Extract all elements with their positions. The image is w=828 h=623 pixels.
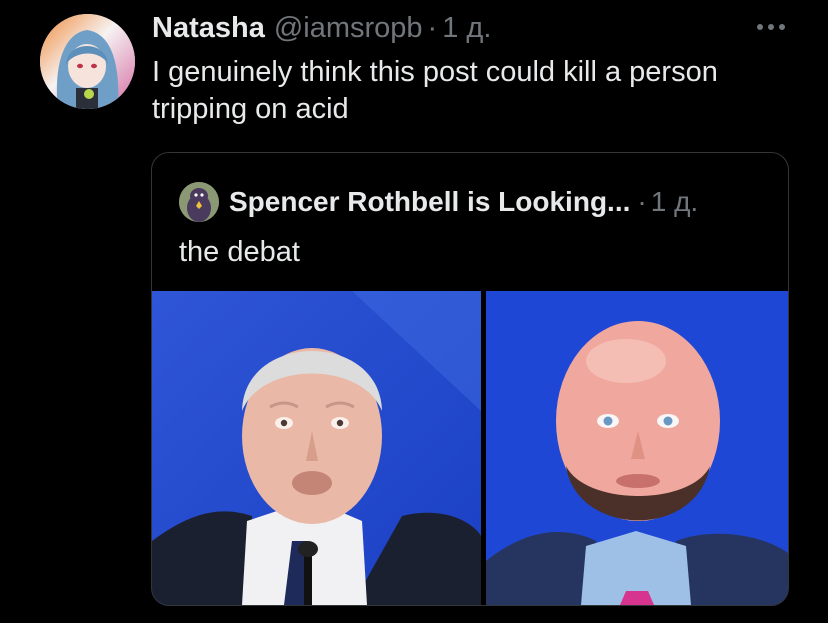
display-name[interactable]: Natasha <box>152 12 265 45</box>
separator-dot: · <box>427 11 438 44</box>
quoted-display-name[interactable]: Spencer Rothbell is Looking... <box>229 186 630 218</box>
tweet-text: I genuinely think this post could kill a… <box>152 56 718 125</box>
photo-right[interactable] <box>486 291 788 605</box>
quoted-text: the debat <box>179 236 300 268</box>
quoted-avatar[interactable] <box>179 182 219 222</box>
tweet[interactable]: Natasha @iamsropb · 1 д. I genuinely thi… <box>0 0 828 623</box>
photo-left[interactable] <box>152 291 481 605</box>
media-grid <box>152 291 788 605</box>
quoted-timestamp[interactable]: 1 д. <box>651 186 698 218</box>
quoted-header: Spencer Rothbell is Looking... · 1 д. <box>229 181 698 223</box>
quoted-separator-dot: · <box>637 186 647 217</box>
timestamp[interactable]: 1 д. <box>442 12 491 45</box>
more-options-button[interactable] <box>753 14 789 40</box>
avatar[interactable] <box>40 14 135 109</box>
quoted-tweet[interactable]: Spencer Rothbell is Looking... · 1 д. th… <box>151 152 789 606</box>
more-horizontal-icon <box>757 24 785 30</box>
tweet-header: Natasha @iamsropb · 1 д. <box>152 8 491 48</box>
user-handle[interactable]: @iamsropb <box>274 12 423 45</box>
